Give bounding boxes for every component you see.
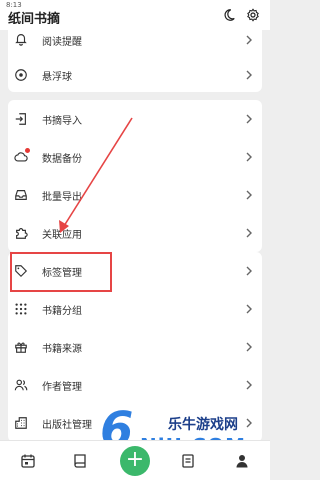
menu-item-book-sources[interactable]: 书籍来源 [8,328,262,366]
menu-item-linked-apps[interactable]: 关联应用 [8,214,262,252]
profile-icon[interactable] [234,453,250,469]
menu-item-batch-export[interactable]: 批量导出 [8,176,262,214]
gift-icon [14,340,28,354]
menu-item-reading-reminder[interactable]: 阅读提醒 [8,24,262,58]
chevron-right-icon [244,33,254,47]
highlight-box [10,252,112,292]
menu-item-book-groups[interactable]: 书籍分组 [8,290,262,328]
chevron-right-icon [244,302,254,316]
watermark-text: 乐牛游戏网 [168,417,238,433]
chevron-right-icon [244,68,254,82]
menu-item-label: 批量导出 [42,192,82,203]
chevron-right-icon [244,112,254,126]
import-icon [14,112,28,126]
add-button[interactable]: + [120,446,150,476]
menu-item-label: 书籍来源 [42,344,82,355]
bell-icon [14,32,28,46]
users-icon [14,378,28,392]
menu-item-label: 书籍分组 [42,306,82,317]
grid-icon [14,302,28,316]
book-icon[interactable] [72,453,88,469]
moon-icon[interactable] [222,8,236,22]
menu-item-label: 数据备份 [42,154,82,165]
gear-icon[interactable] [246,8,260,22]
notification-dot [25,148,30,153]
menu-item-label: 作者管理 [42,382,82,393]
menu-item-author-management[interactable]: 作者管理 [8,366,262,404]
puzzle-icon [14,226,28,240]
chevron-right-icon [244,340,254,354]
calendar-icon[interactable] [20,453,36,469]
menu-item-label: 出版社管理 [42,420,92,431]
menu-item-label: 关联应用 [42,230,82,241]
settings-group-reminders: 阅读提醒 悬浮球 [8,24,262,92]
inbox-icon [14,188,28,202]
chevron-right-icon [244,226,254,240]
menu-item-label: 书摘导入 [42,116,82,127]
chevron-right-icon [244,378,254,392]
floating-ball-icon [14,68,28,82]
menu-item-backup[interactable]: 数据备份 [8,138,262,176]
menu-item-label: 阅读提醒 [42,37,82,48]
chevron-right-icon [244,150,254,164]
building-icon [14,416,28,430]
document-icon[interactable] [180,453,196,469]
menu-item-floating-ball[interactable]: 悬浮球 [8,58,262,92]
chevron-right-icon [244,264,254,278]
settings-group-data: 书摘导入 数据备份 批量导出 关联应用 [8,100,262,252]
chevron-right-icon [244,188,254,202]
menu-item-import[interactable]: 书摘导入 [8,100,262,138]
menu-item-label: 悬浮球 [42,72,72,83]
